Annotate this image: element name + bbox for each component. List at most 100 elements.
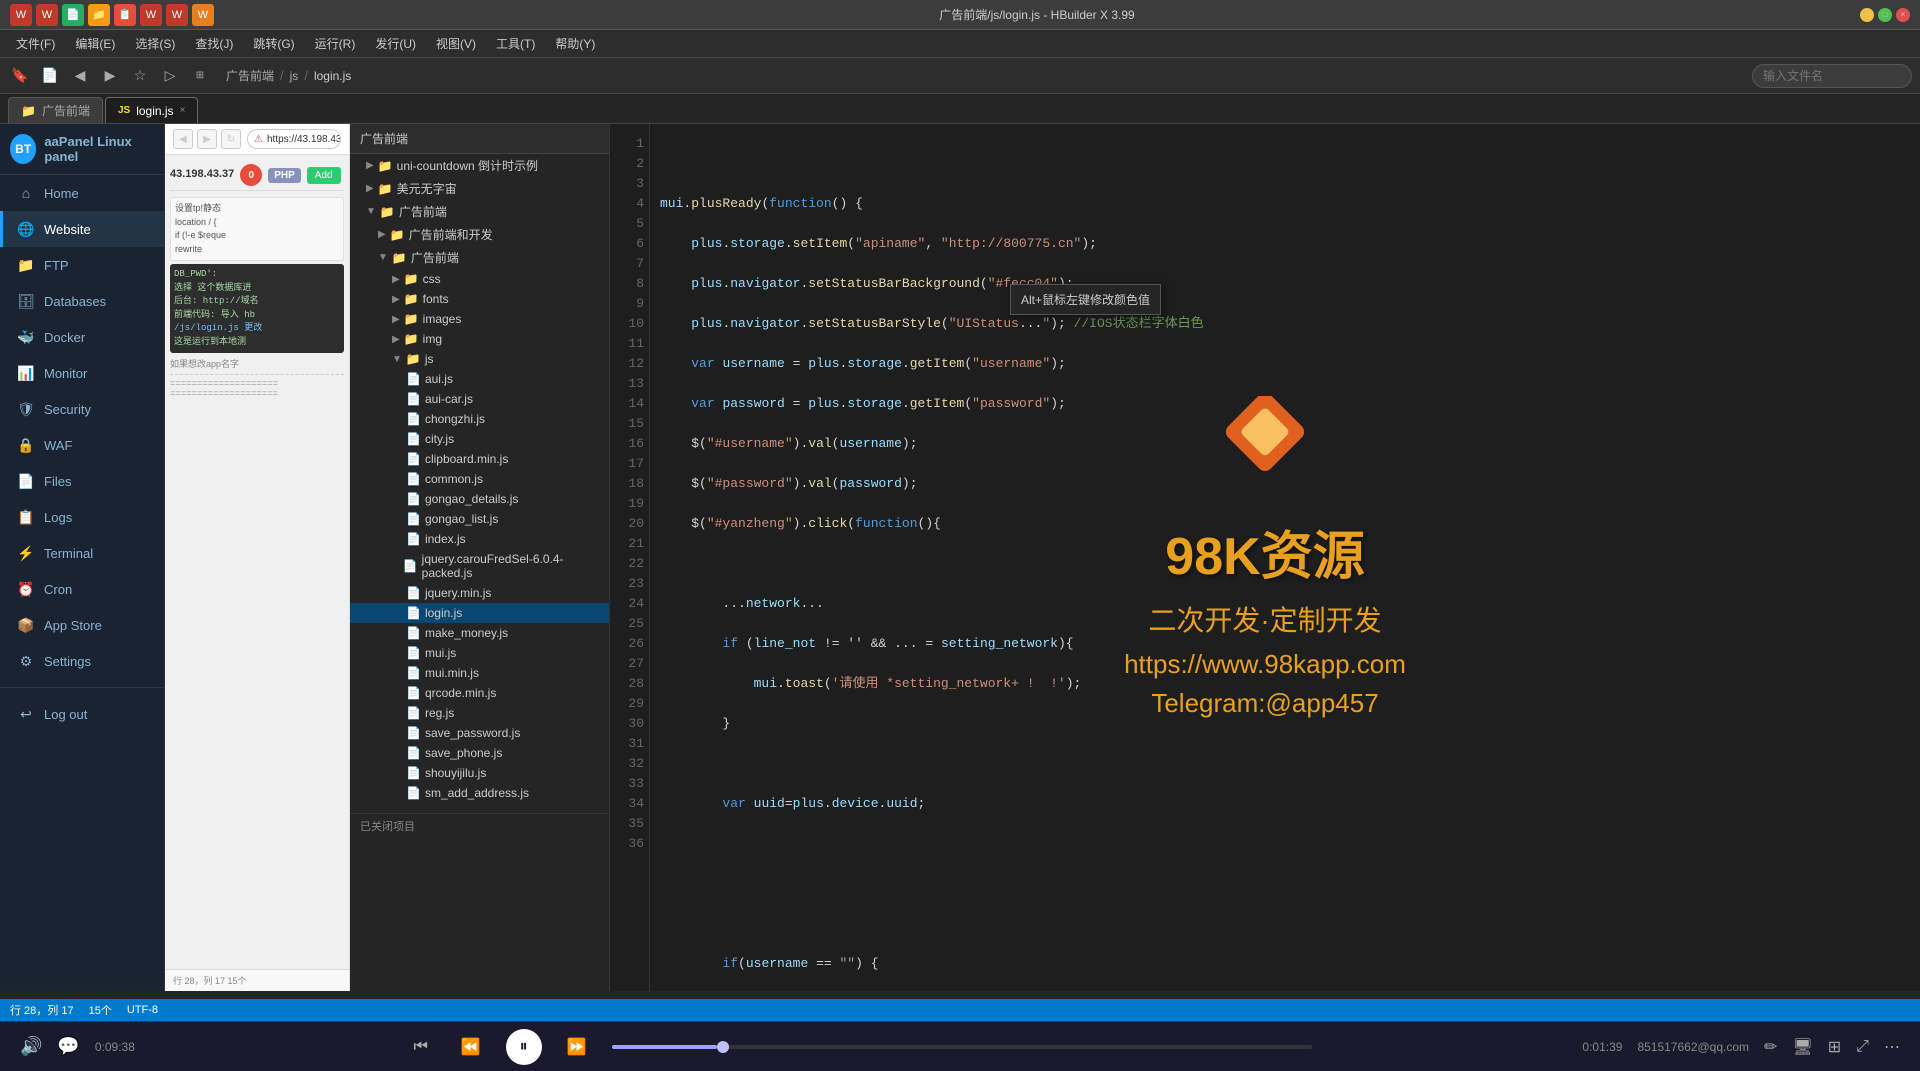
grid-icon[interactable]: ⊞ bbox=[1828, 1037, 1841, 1057]
menu-view[interactable]: 视图(V) bbox=[428, 32, 484, 55]
tree-item-guanggao-sub[interactable]: ▼ 📁 广告前端 bbox=[350, 246, 609, 269]
tree-item-unicount[interactable]: ▶ 📁 uni-countdown 倒计时示例 bbox=[350, 154, 609, 177]
tree-item-fonts[interactable]: ▶ 📁 fonts bbox=[350, 289, 609, 309]
sidebar-item-settings[interactable]: ⚙ Settings bbox=[0, 643, 164, 679]
panel-refresh-btn[interactable]: ↻ bbox=[221, 129, 241, 149]
sidebar-item-security[interactable]: 🛡 Security bbox=[0, 391, 164, 427]
sidebar-item-databases[interactable]: 🗄 Databases bbox=[0, 283, 164, 319]
tree-item-css[interactable]: ▶ 📁 css bbox=[350, 269, 609, 289]
panel-code-content: DB_PWD': 选择 这个数据库进 后台: http://域名 前端代码: 导… bbox=[170, 264, 344, 353]
tree-file-mui[interactable]: 📄mui.js bbox=[350, 643, 609, 663]
toolbar-icon-2[interactable]: 📄 bbox=[38, 64, 62, 88]
toolbar-star[interactable]: ☆ bbox=[128, 64, 152, 88]
sidebar-item-logs[interactable]: 📋 Logs bbox=[0, 499, 164, 535]
rewind-button[interactable]: ⏪ bbox=[456, 1032, 486, 1062]
sidebar-item-website[interactable]: 🌐 Website bbox=[0, 211, 164, 247]
sidebar-item-terminal[interactable]: ⚡ Terminal bbox=[0, 535, 164, 571]
tree-file-common[interactable]: 📄common.js bbox=[350, 469, 609, 489]
menu-publish[interactable]: 发行(U) bbox=[367, 32, 424, 55]
tree-file-reg[interactable]: 📄reg.js bbox=[350, 703, 609, 723]
tree-file-mui-min[interactable]: 📄mui.min.js bbox=[350, 663, 609, 683]
code-lines[interactable]: mui.plusReady(function() { plus.storage.… bbox=[650, 124, 1920, 991]
code-editor: 12345 678910 1112131415 1617181920 21222… bbox=[610, 124, 1920, 991]
sidebar-item-files[interactable]: 📄 Files bbox=[0, 463, 164, 499]
js-file-icon: 📄 bbox=[406, 726, 421, 740]
tree-file-aui[interactable]: 📄aui.js bbox=[350, 369, 609, 389]
maximize-button[interactable]: □ bbox=[1878, 8, 1892, 22]
menu-find[interactable]: 查找(J) bbox=[187, 32, 241, 55]
tab-close-icon[interactable]: × bbox=[180, 105, 186, 116]
search-input[interactable] bbox=[1752, 64, 1912, 88]
menu-run[interactable]: 运行(R) bbox=[307, 32, 364, 55]
tree-label: city.js bbox=[425, 432, 454, 446]
menu-help[interactable]: 帮助(Y) bbox=[547, 32, 603, 55]
sidebar-item-ftp[interactable]: 📁 FTP bbox=[0, 247, 164, 283]
sidebar-item-appstore[interactable]: 📦 App Store bbox=[0, 607, 164, 643]
status-chars-text: 15个 bbox=[89, 1002, 112, 1018]
scrollbar-horizontal[interactable] bbox=[0, 991, 1920, 999]
tree-file-make-money[interactable]: 📄make_money.js bbox=[350, 623, 609, 643]
menu-file[interactable]: 文件(F) bbox=[8, 32, 63, 55]
code-line-7: var password = plus.storage.getItem("pas… bbox=[660, 396, 1066, 411]
toolbar-back[interactable]: ◀ bbox=[68, 64, 92, 88]
sidebar-item-home[interactable]: ⌂ Home bbox=[0, 175, 164, 211]
tab-loginjs[interactable]: JS login.js × bbox=[105, 97, 198, 123]
tree-file-save-pwd[interactable]: 📄save_password.js bbox=[350, 723, 609, 743]
skip-back-button[interactable]: ⏮ bbox=[406, 1032, 436, 1062]
toolbar-icon-1[interactable]: 🔖 bbox=[8, 64, 32, 88]
tree-item-images[interactable]: ▶ 📁 images bbox=[350, 309, 609, 329]
panel-add-button[interactable]: Add bbox=[307, 167, 341, 184]
sidebar-item-logout[interactable]: ↩ Log out bbox=[0, 696, 164, 732]
tab-guanggao[interactable]: 📁 广告前端 bbox=[8, 97, 103, 123]
waf-icon: 🔒 bbox=[18, 437, 34, 453]
sidebar-item-waf[interactable]: 🔒 WAF bbox=[0, 427, 164, 463]
js-file-icon: 📄 bbox=[406, 686, 421, 700]
close-button[interactable]: × bbox=[1896, 8, 1910, 22]
tree-file-chongzhi[interactable]: 📄chongzhi.js bbox=[350, 409, 609, 429]
tree-file-login[interactable]: 📄login.js bbox=[350, 603, 609, 623]
progress-handle[interactable] bbox=[717, 1041, 729, 1053]
more-icon[interactable]: ⋯ bbox=[1884, 1037, 1900, 1057]
sidebar-item-monitor[interactable]: 📊 Monitor bbox=[0, 355, 164, 391]
panel-forward-btn[interactable]: ▶ bbox=[197, 129, 217, 149]
panel-url-bar[interactable]: ⚠ https://43.198.43.37:8888 bbox=[247, 129, 341, 149]
file-tree-header: 广告前端 bbox=[350, 124, 609, 154]
panel-top-bar: ◀ ▶ ↻ ⚠ https://43.198.43.37:8888 bbox=[165, 124, 349, 155]
tree-file-jquery-min[interactable]: 📄jquery.min.js bbox=[350, 583, 609, 603]
toolbar-forward[interactable]: ▶ bbox=[98, 64, 122, 88]
desktop-icon[interactable]: 🖥 bbox=[1792, 1037, 1812, 1057]
tree-file-jquery-carou[interactable]: 📄jquery.carouFredSel-6.0.4-packed.js bbox=[350, 549, 609, 583]
tree-item-guanggao-dev[interactable]: ▶ 📁 广告前端和开发 bbox=[350, 223, 609, 246]
minimize-button[interactable]: ─ bbox=[1860, 8, 1874, 22]
toolbar-tab[interactable]: ⊞ bbox=[188, 64, 212, 88]
fastforward-button[interactable]: ⏩ bbox=[562, 1032, 592, 1062]
tree-file-auicar[interactable]: 📄aui-car.js bbox=[350, 389, 609, 409]
tree-file-shouyijilu[interactable]: 📄shouyijilu.js bbox=[350, 763, 609, 783]
tree-file-clipboard[interactable]: 📄clipboard.min.js bbox=[350, 449, 609, 469]
menu-edit[interactable]: 编辑(E) bbox=[67, 32, 123, 55]
menu-tools[interactable]: 工具(T) bbox=[488, 32, 543, 55]
menu-select[interactable]: 选择(S) bbox=[127, 32, 183, 55]
menu-jump[interactable]: 跳转(G) bbox=[245, 32, 302, 55]
sidebar-item-docker[interactable]: 🐳 Docker bbox=[0, 319, 164, 355]
tree-file-index[interactable]: 📄index.js bbox=[350, 529, 609, 549]
tree-item-img[interactable]: ▶ 📁 img bbox=[350, 329, 609, 349]
tree-file-gongao-list[interactable]: 📄gongao_list.js bbox=[350, 509, 609, 529]
progress-bar[interactable] bbox=[612, 1045, 1312, 1049]
tree-item-meiyuan[interactable]: ▶ 📁 美元无字宙 bbox=[350, 177, 609, 200]
expand-icon[interactable]: ⤢ bbox=[1856, 1038, 1869, 1056]
tree-item-js[interactable]: ▼ 📁 js bbox=[350, 349, 609, 369]
pen-icon[interactable]: ✏ bbox=[1764, 1037, 1777, 1057]
pause-button[interactable]: ⏸ bbox=[506, 1029, 542, 1065]
tree-file-qrcode[interactable]: 📄qrcode.min.js bbox=[350, 683, 609, 703]
tree-file-city[interactable]: 📄city.js bbox=[350, 429, 609, 449]
sidebar-item-cron[interactable]: ⏰ Cron bbox=[0, 571, 164, 607]
progress-bar-container[interactable] bbox=[612, 1045, 1312, 1049]
tree-file-gongao-details[interactable]: 📄gongao_details.js bbox=[350, 489, 609, 509]
tree-file-sm-add[interactable]: 📄sm_add_address.js bbox=[350, 783, 609, 803]
tree-item-guanggao[interactable]: ▼ 📁 广告前端 bbox=[350, 200, 609, 223]
tree-arrow: ▼ bbox=[378, 252, 388, 263]
tree-file-save-phone[interactable]: 📄save_phone.js bbox=[350, 743, 609, 763]
toolbar-play[interactable]: ▷ bbox=[158, 64, 182, 88]
panel-back-btn[interactable]: ◀ bbox=[173, 129, 193, 149]
